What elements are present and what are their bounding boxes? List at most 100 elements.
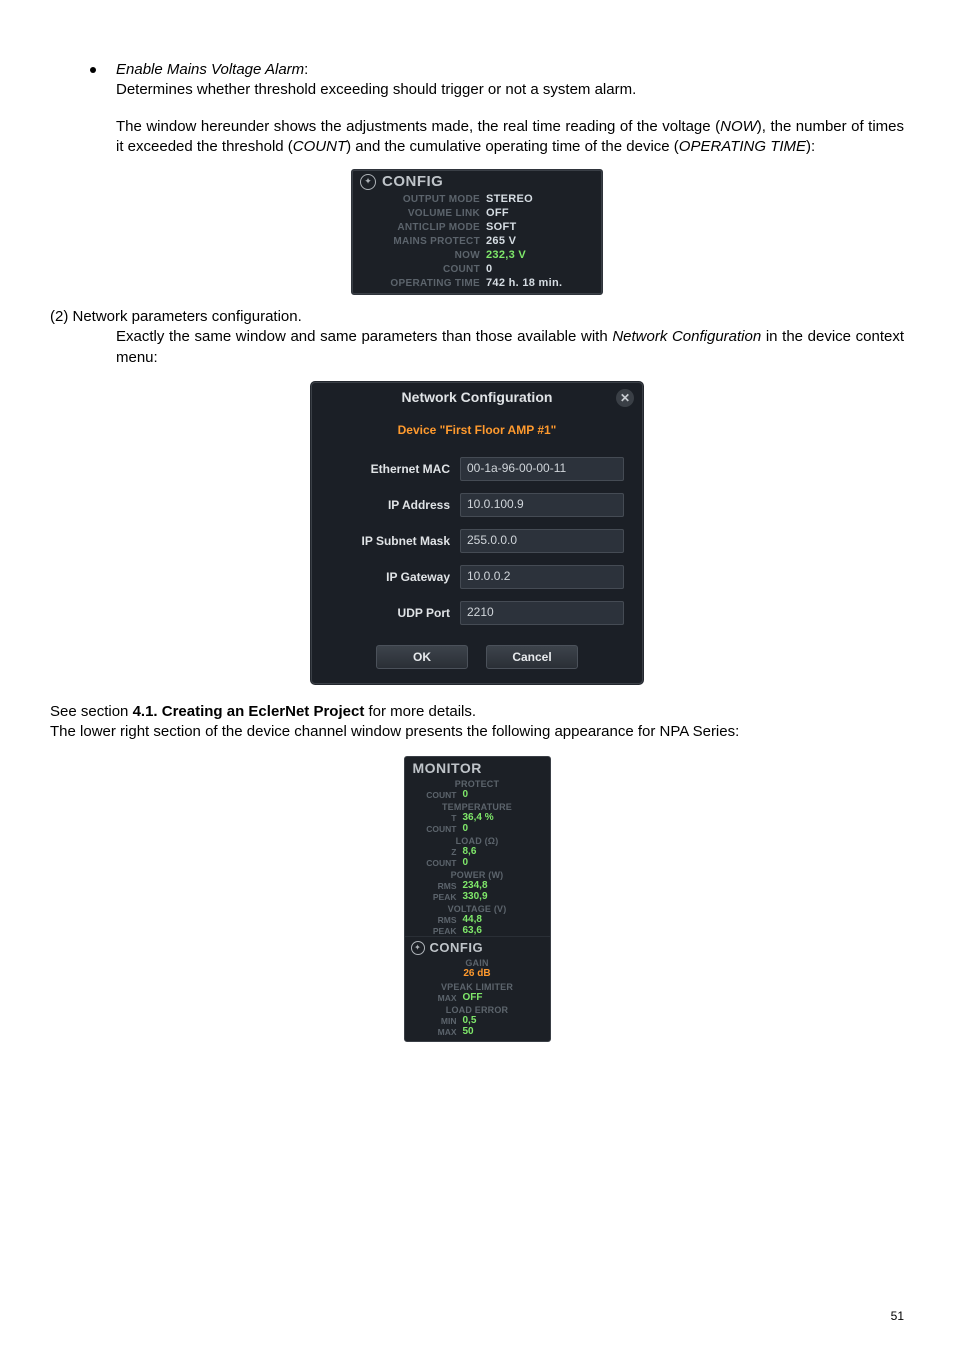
network-field-row: UDP Port 2210 [312, 595, 642, 631]
monitor-value: 63,6 [463, 925, 482, 936]
section2-em: Network Configuration [612, 328, 761, 345]
loaderror-row: MAX50 [405, 1026, 550, 1037]
config-expand-icon[interactable]: ✦ [360, 174, 376, 190]
dialog-buttons: OK Cancel [312, 645, 642, 669]
monitor-key: RMS [413, 915, 463, 925]
bullet-text: Enable Mains Voltage Alarm: Determines w… [116, 60, 636, 101]
monitor-value: 44,8 [463, 914, 482, 925]
dialog-device-label: Device "First Floor AMP #1" [312, 411, 642, 451]
page-number: 51 [891, 1309, 904, 1323]
monitor-value: 0 [463, 857, 469, 868]
loaderror-value: 0,5 [463, 1015, 477, 1026]
monitor-key: COUNT [413, 858, 463, 868]
see-section-pre: See section [50, 703, 133, 720]
monitor-key: COUNT [413, 790, 463, 800]
monitor-config-title: CONFIG [430, 940, 484, 955]
network-field-row: Ethernet MAC 00-1a-96-00-00-11 [312, 451, 642, 487]
monitor-row: T36,4 % [405, 812, 550, 823]
network-field-input[interactable]: 10.0.100.9 [460, 493, 624, 517]
bullet-item: Enable Mains Voltage Alarm: Determines w… [90, 60, 904, 101]
loaderror-key: MIN [413, 1016, 463, 1026]
vpeak-row: MAXOFF [405, 992, 550, 1003]
config-row-value: 0 [486, 263, 492, 275]
monitor-section-label: TEMPERATURE [405, 800, 550, 812]
bullet-dot-icon [90, 67, 96, 73]
network-field-input[interactable]: 00-1a-96-00-00-11 [460, 457, 624, 481]
bullet-title: Enable Mains Voltage Alarm [116, 61, 304, 78]
monitor-row: COUNT0 [405, 857, 550, 868]
network-field-row: IP Subnet Mask 255.0.0.0 [312, 523, 642, 559]
config-row-value: OFF [486, 207, 509, 219]
bullet-colon: : [304, 61, 308, 78]
monitor-row: PEAK330,9 [405, 891, 550, 902]
config-row-label: VOLUME LINK [360, 208, 486, 219]
vpeak-limiter-label: VPEAK LIMITER [405, 980, 550, 992]
monitor-row: COUNT0 [405, 823, 550, 834]
cancel-button[interactable]: Cancel [486, 645, 578, 669]
monitor-key: T [413, 813, 463, 823]
monitor-row: RMS234,8 [405, 880, 550, 891]
network-field-label: IP Subnet Mask [330, 534, 450, 548]
monitor-section-label: VOLTAGE (V) [405, 902, 550, 914]
config-row: OUTPUT MODESTEREO [352, 192, 602, 206]
config-row-label: MAINS PROTECT [360, 236, 486, 247]
section2-pre: Exactly the same window and same paramet… [116, 328, 612, 345]
monitor-value: 8,6 [463, 846, 477, 857]
para1-mid2: ) and the cumulative operating time of t… [346, 138, 679, 155]
network-field-input[interactable]: 2210 [460, 601, 624, 625]
config-row: OPERATING TIME742 h. 18 min. [352, 276, 602, 290]
config-row: MAINS PROTECT265 V [352, 234, 602, 248]
network-field-label: UDP Port [330, 606, 450, 620]
dialog-titlebar: Network Configuration ✕ [312, 383, 642, 411]
config-expand-icon[interactable]: ✦ [411, 941, 425, 955]
network-field-row: IP Gateway 10.0.0.2 [312, 559, 642, 595]
config-panel: ✦ CONFIG OUTPUT MODESTEREO VOLUME LINKOFF… [351, 169, 603, 295]
loaderror-row: MIN0,5 [405, 1015, 550, 1026]
monitor-value: 330,9 [463, 891, 488, 902]
monitor-panel: MONITOR PROTECTCOUNT0TEMPERATURET36,4 %C… [404, 756, 551, 1042]
vpeak-key: MAX [413, 993, 463, 1003]
para1-pre: The window hereunder shows the adjustmen… [116, 118, 720, 135]
config-row-value: 265 V [486, 235, 516, 247]
monitor-section-label: POWER (W) [405, 868, 550, 880]
network-field-input[interactable]: 10.0.0.2 [460, 565, 624, 589]
network-field-label: Ethernet MAC [330, 462, 450, 476]
monitor-title: MONITOR [405, 757, 550, 777]
config-row: COUNT0 [352, 262, 602, 276]
monitor-row: COUNT0 [405, 789, 550, 800]
config-row-label: ANTICLIP MODE [360, 222, 486, 233]
monitor-key: Z [413, 847, 463, 857]
vpeak-value: OFF [463, 992, 483, 1003]
config-row-value: SOFT [486, 221, 517, 233]
gain-value: 26 dB [405, 968, 550, 980]
config-row-label: OPERATING TIME [360, 278, 486, 289]
loaderror-key: MAX [413, 1027, 463, 1037]
config-row-value: STEREO [486, 193, 533, 205]
monitor-row: Z8,6 [405, 846, 550, 857]
gain-label: GAIN [405, 956, 550, 968]
config-row-value: 742 h. 18 min. [486, 277, 562, 289]
network-config-dialog: Network Configuration ✕ Device "First Fl… [311, 382, 643, 684]
para1-count: COUNT [293, 138, 346, 155]
close-icon[interactable]: ✕ [616, 389, 634, 407]
config-row: NOW232,3 V [352, 248, 602, 262]
bullet-description: Determines whether threshold exceeding s… [116, 81, 636, 98]
monitor-value: 234,8 [463, 880, 488, 891]
config-row-value: 232,3 V [486, 249, 526, 261]
monitor-section-label: PROTECT [405, 777, 550, 789]
config-row-label: COUNT [360, 264, 486, 275]
lower-right-text: The lower right section of the device ch… [50, 722, 904, 742]
network-field-input[interactable]: 255.0.0.0 [460, 529, 624, 553]
config-header: ✦ CONFIG [352, 170, 602, 192]
monitor-section-label: LOAD (Ω) [405, 834, 550, 846]
ok-button[interactable]: OK [376, 645, 468, 669]
network-field-row: IP Address 10.0.100.9 [312, 487, 642, 523]
network-field-label: IP Gateway [330, 570, 450, 584]
monitor-key: COUNT [413, 824, 463, 834]
network-field-label: IP Address [330, 498, 450, 512]
see-section-bold: 4.1. Creating an EclerNet Project [133, 703, 365, 720]
loaderror-value: 50 [463, 1026, 474, 1037]
see-section-line: See section 4.1. Creating an EclerNet Pr… [50, 702, 904, 722]
monitor-value: 36,4 % [463, 812, 494, 823]
load-error-label: LOAD ERROR [405, 1003, 550, 1015]
